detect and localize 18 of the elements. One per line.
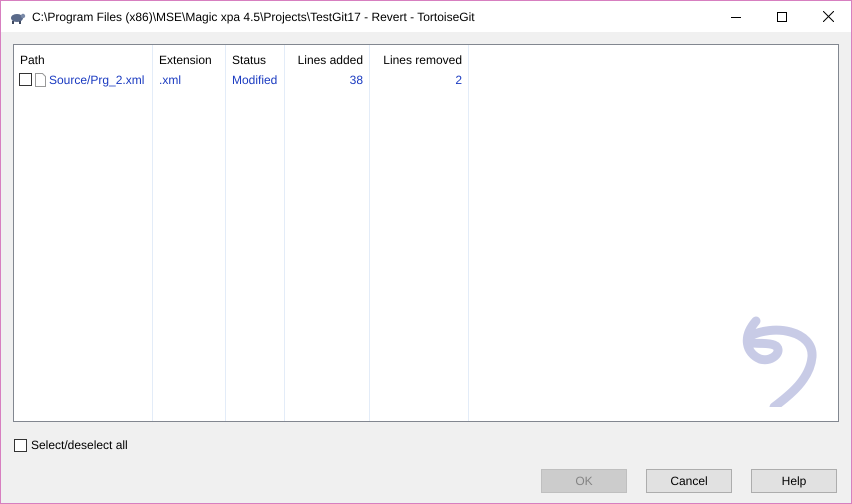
close-icon: [822, 11, 834, 22]
select-all-checkbox[interactable]: Select/deselect all: [14, 436, 128, 454]
column-header[interactable]: Lines added: [285, 45, 369, 69]
column-header[interactable]: Lines removed: [370, 45, 468, 69]
column-header[interactable]: Status: [226, 45, 284, 69]
dialog-button[interactable]: Help: [751, 469, 837, 493]
column-header[interactable]: Extension: [153, 45, 225, 69]
file-icon: [35, 72, 46, 86]
window-title: C:\Program Files (x86)\MSE\Magic xpa 4.5\Projects\TestGit17 - Revert - TortoiseGit: [32, 8, 475, 26]
row-checkbox[interactable]: [19, 73, 32, 86]
table-cell-text: .xml: [158, 72, 182, 88]
column-header[interactable]: Path: [14, 45, 152, 69]
table-cell-text: 38: [348, 72, 364, 88]
table-cell-text: Modified: [231, 72, 278, 88]
maximize-icon: [777, 12, 787, 22]
file-path: Source/Prg_2.xml: [49, 72, 144, 88]
table-cell-text: 2: [454, 72, 463, 88]
dialog-button[interactable]: Cancel: [646, 469, 732, 493]
